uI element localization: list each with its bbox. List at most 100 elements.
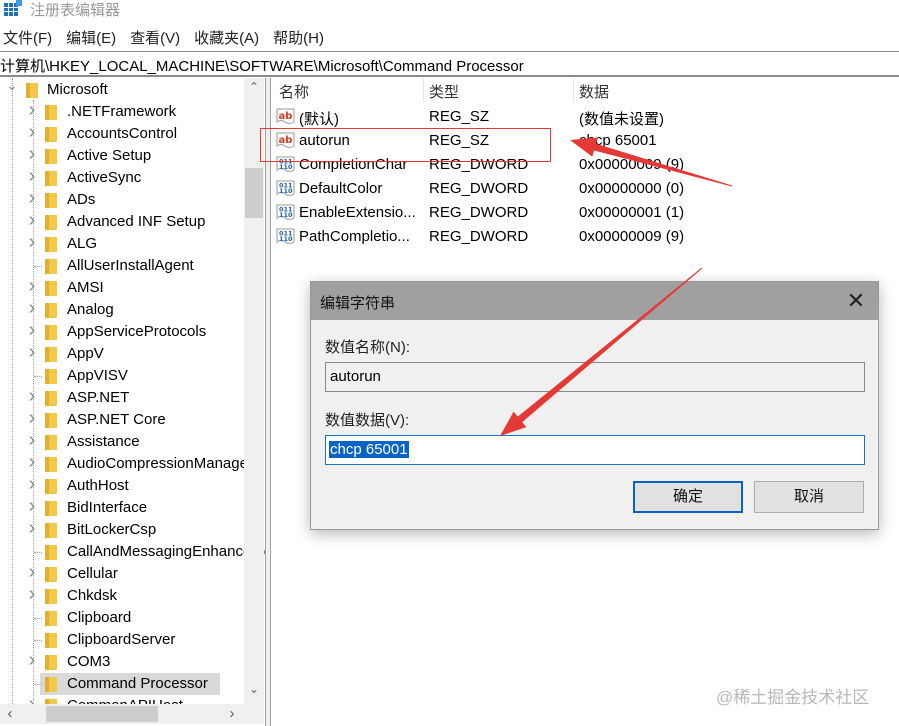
value-data-selected-text[interactable]: chcp 65001 (329, 441, 409, 458)
value-data-input[interactable]: chcp 65001 (325, 435, 865, 465)
tree-node[interactable]: › Analog (0, 297, 244, 321)
tree-node[interactable]: › ASP.NET Core (0, 407, 244, 431)
tree-node-root[interactable]: ⌄ Microsoft (0, 78, 244, 101)
cancel-button[interactable]: 取消 (754, 481, 864, 513)
chevron-right-icon[interactable]: › (26, 319, 38, 341)
chevron-down-icon[interactable]: ⌄ (6, 78, 18, 96)
tree-node[interactable]: › AccountsControl (0, 121, 244, 145)
tree-node[interactable]: › BidInterface (0, 495, 244, 519)
chevron-right-icon[interactable]: › (26, 517, 38, 539)
menu-file[interactable]: 文件(F) (0, 27, 55, 51)
list-row[interactable]: ab (默认) REG_SZ (数值未设置) (271, 105, 899, 129)
svg-text:110: 110 (279, 211, 293, 219)
close-icon[interactable]: ✕ (842, 288, 870, 314)
list-row[interactable]: 011 110 EnableExtensio... REG_DWORD 0x000000… (271, 201, 899, 225)
tree-node[interactable]: › AuthHost (0, 473, 244, 497)
chevron-right-icon[interactable]: › (26, 121, 38, 143)
tree-node[interactable]: › Cellular (0, 561, 244, 585)
menu-bar: 文件(F) 编辑(E) 查看(V) 收藏夹(A) 帮助(H) (0, 27, 899, 51)
tree-node[interactable]: › AppServiceProtocols (0, 319, 244, 343)
tree-horizontal-scrollbar[interactable]: ‹ › (0, 704, 264, 724)
value-name-field[interactable]: autorun (325, 362, 865, 392)
tree-node[interactable]: › ADs (0, 187, 244, 211)
chevron-right-icon[interactable]: › (26, 99, 38, 121)
scroll-left-icon[interactable]: ‹ (0, 705, 20, 722)
chevron-right-icon[interactable]: › (26, 231, 38, 253)
chevron-right-icon[interactable]: › (26, 561, 38, 583)
tree-node-label: Command Processor (67, 675, 208, 692)
list-row[interactable]: 011 110 PathCompletio... REG_DWORD 0x0000000… (271, 225, 899, 249)
tree-node[interactable]: › .NETFramework (0, 99, 244, 123)
value-name: EnableExtensio... (299, 204, 416, 221)
menu-edit[interactable]: 编辑(E) (63, 27, 119, 51)
chevron-right-icon[interactable]: › (26, 473, 38, 495)
tree-node[interactable]: › ActiveSync (0, 165, 244, 189)
chevron-right-icon[interactable]: › (26, 649, 38, 671)
tree-node[interactable]: › BitLockerCsp (0, 517, 244, 541)
chevron-right-icon[interactable]: › (26, 143, 38, 165)
tree-node[interactable]: CallAndMessagingEnhancement (0, 541, 265, 563)
binary-value-icon: 011 110 (276, 228, 295, 246)
tree-node-label: Clipboard (67, 609, 132, 626)
tree-horizontal-scroll-thumb[interactable] (46, 706, 158, 722)
chevron-right-icon[interactable]: › (26, 187, 38, 209)
tree-node[interactable]: AllUserInstallAgent (0, 255, 244, 277)
tree-node[interactable]: › Advanced INF Setup (0, 209, 244, 233)
column-separator[interactable] (423, 78, 424, 102)
chevron-right-icon[interactable]: › (26, 429, 38, 451)
chevron-right-icon[interactable]: › (26, 165, 38, 187)
folder-icon (45, 347, 57, 362)
ok-button[interactable]: 确定 (633, 481, 743, 513)
address-bar[interactable]: 计算机\HKEY_LOCAL_MACHINE\SOFTWARE\Microsof… (0, 51, 899, 77)
tree-node[interactable]: › AMSI (0, 275, 244, 299)
chevron-right-icon[interactable]: › (26, 495, 38, 517)
scroll-up-icon[interactable]: ⌃ (244, 80, 264, 94)
tree-node[interactable]: Clipboard (0, 607, 244, 629)
tree-node[interactable]: Command Processor (0, 673, 244, 695)
column-header-type[interactable]: 类型 (429, 81, 459, 102)
folder-icon (26, 83, 38, 98)
menu-view[interactable]: 查看(V) (127, 27, 183, 51)
address-path[interactable]: 计算机\HKEY_LOCAL_MACHINE\SOFTWARE\Microsof… (0, 55, 524, 76)
menu-favorites[interactable]: 收藏夹(A) (191, 27, 262, 51)
list-row[interactable]: 011 110 DefaultColor REG_DWORD 0x00000000 (0… (271, 177, 899, 201)
tree-node[interactable]: › Assistance (0, 429, 244, 453)
tree-vertical-scroll-thumb[interactable] (245, 168, 263, 218)
tree-node-label: ASP.NET (67, 389, 130, 406)
scroll-down-icon[interactable]: ⌄ (244, 682, 264, 696)
column-header-data[interactable]: 数据 (579, 81, 609, 102)
folder-icon (45, 545, 57, 560)
column-separator[interactable] (573, 78, 574, 102)
tree-node[interactable]: › AppV (0, 341, 244, 365)
chevron-right-icon[interactable]: › (26, 385, 38, 407)
tree-node[interactable]: › ASP.NET (0, 385, 244, 409)
chevron-right-icon[interactable]: › (26, 341, 38, 363)
menu-help[interactable]: 帮助(H) (270, 27, 327, 51)
tree-node[interactable]: › AudioCompressionManager (0, 451, 253, 475)
chevron-right-icon[interactable]: › (26, 583, 38, 605)
chevron-right-icon[interactable]: › (26, 407, 38, 429)
chevron-right-icon[interactable]: › (26, 275, 38, 297)
folder-icon (45, 655, 57, 670)
tree-node[interactable]: › Active Setup (0, 143, 244, 167)
column-header-name[interactable]: 名称 (279, 81, 309, 102)
tree-node[interactable]: ClipboardServer (0, 629, 244, 651)
tree-connector (34, 684, 42, 685)
annotation-highlight-box (260, 128, 551, 162)
scroll-right-icon[interactable]: › (222, 705, 242, 722)
tree-node[interactable]: › COM3 (0, 649, 244, 673)
chevron-right-icon[interactable]: › (26, 451, 38, 473)
tree-node[interactable]: AppVISV (0, 365, 244, 387)
tree-node-label: ActiveSync (67, 169, 142, 186)
tree-node[interactable]: › Chkdsk (0, 583, 244, 607)
value-data-label: 数值数据(V): (325, 412, 410, 429)
folder-icon (45, 281, 57, 296)
tree-node[interactable]: › ALG (0, 231, 244, 255)
value-data: (数值未设置) (579, 111, 664, 128)
tree-vertical-scrollbar[interactable]: ⌃ ⌄ (244, 78, 264, 704)
dialog-title-bar[interactable]: 编辑字符串 ✕ (311, 282, 878, 320)
chevron-right-icon[interactable]: › (26, 209, 38, 231)
folder-icon (45, 435, 57, 450)
tree-connector (34, 640, 42, 641)
chevron-right-icon[interactable]: › (26, 297, 38, 319)
